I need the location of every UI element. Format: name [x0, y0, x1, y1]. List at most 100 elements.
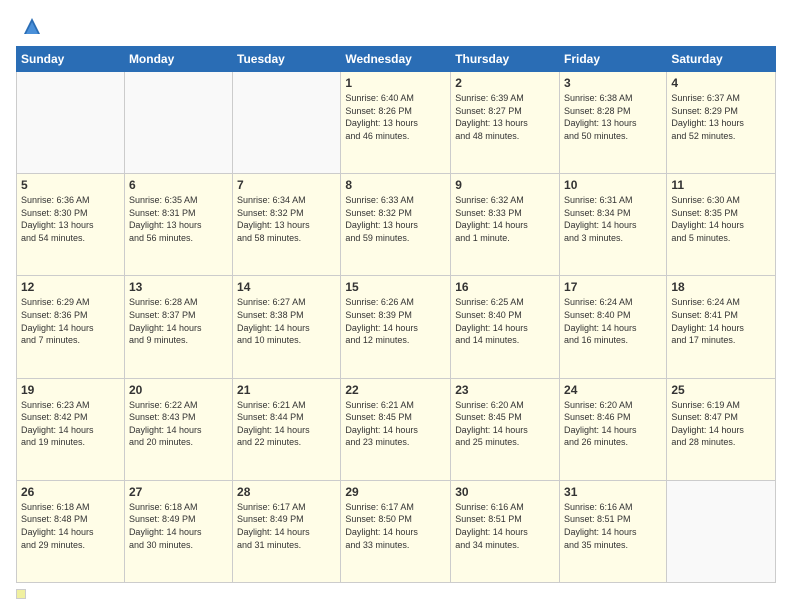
calendar-cell: 19 Sunrise: 6:23 AM Sunset: 8:42 PM Dayli…	[17, 378, 125, 480]
day-number: 4	[671, 76, 771, 90]
calendar-cell	[667, 480, 776, 582]
day-number: 25	[671, 383, 771, 397]
day-info: Sunrise: 6:34 AM Sunset: 8:32 PM Dayligh…	[237, 194, 336, 244]
day-number: 5	[21, 178, 120, 192]
calendar-body: 1 Sunrise: 6:40 AM Sunset: 8:26 PM Daylig…	[17, 72, 776, 583]
day-number: 31	[564, 485, 662, 499]
day-number: 19	[21, 383, 120, 397]
calendar-cell: 26Sunrise: 6:18 AM Sunset: 8:48 PM Dayli…	[17, 480, 125, 582]
page: SundayMondayTuesdayWednesdayThursdayFrid…	[0, 0, 792, 612]
day-info: Sunrise: 6:23 AM Sunset: 8:42 PM Dayligh…	[21, 399, 120, 449]
day-info: Sunrise: 6:40 AM Sunset: 8:26 PM Dayligh…	[345, 92, 446, 142]
day-info: Sunrise: 6:18 AM Sunset: 8:49 PM Dayligh…	[129, 501, 228, 551]
calendar-cell	[233, 72, 341, 174]
calendar-cell: 13 Sunrise: 6:28 AM Sunset: 8:37 PM Dayli…	[124, 276, 232, 378]
logo-icon	[22, 16, 42, 36]
calendar-cell: 30 Sunrise: 6:16 AM Sunset: 8:51 PM Dayli…	[451, 480, 560, 582]
day-info: Sunrise: 6:17 AM Sunset: 8:49 PM Dayligh…	[237, 501, 336, 551]
day-info: Sunrise: 6:20 AM Sunset: 8:45 PM Dayligh…	[455, 399, 555, 449]
logo	[16, 16, 42, 36]
calendar-cell: 17 Sunrise: 6:24 AM Sunset: 8:40 PM Dayli…	[560, 276, 667, 378]
day-info: Sunrise: 6:24 AM Sunset: 8:41 PM Dayligh…	[671, 296, 771, 346]
calendar-cell: 1 Sunrise: 6:40 AM Sunset: 8:26 PM Daylig…	[341, 72, 451, 174]
day-info: Sunrise: 6:21 AM Sunset: 8:45 PM Dayligh…	[345, 399, 446, 449]
day-number: 18	[671, 280, 771, 294]
day-info: Sunrise: 6:33 AM Sunset: 8:32 PM Dayligh…	[345, 194, 446, 244]
day-info: Sunrise: 6:26 AM Sunset: 8:39 PM Dayligh…	[345, 296, 446, 346]
day-number: 10	[564, 178, 662, 192]
day-info: Sunrise: 6:28 AM Sunset: 8:37 PM Dayligh…	[129, 296, 228, 346]
day-info: Sunrise: 6:19 AM Sunset: 8:47 PM Dayligh…	[671, 399, 771, 449]
daylight-legend	[16, 589, 30, 599]
day-info: Sunrise: 6:21 AM Sunset: 8:44 PM Dayligh…	[237, 399, 336, 449]
day-number: 20	[129, 383, 228, 397]
day-info: Sunrise: 6:35 AM Sunset: 8:31 PM Dayligh…	[129, 194, 228, 244]
calendar-cell: 11Sunrise: 6:30 AM Sunset: 8:35 PM Dayli…	[667, 174, 776, 276]
day-info: Sunrise: 6:37 AM Sunset: 8:29 PM Dayligh…	[671, 92, 771, 142]
calendar-header: SundayMondayTuesdayWednesdayThursdayFrid…	[17, 47, 776, 72]
day-info: Sunrise: 6:18 AM Sunset: 8:48 PM Dayligh…	[21, 501, 120, 551]
footer	[16, 589, 776, 602]
day-info: Sunrise: 6:22 AM Sunset: 8:43 PM Dayligh…	[129, 399, 228, 449]
calendar-cell: 10 Sunrise: 6:31 AM Sunset: 8:34 PM Dayli…	[560, 174, 667, 276]
header-cell-sunday: Sunday	[17, 47, 125, 72]
day-number: 12	[21, 280, 120, 294]
calendar-table: SundayMondayTuesdayWednesdayThursdayFrid…	[16, 46, 776, 583]
day-info: Sunrise: 6:36 AM Sunset: 8:30 PM Dayligh…	[21, 194, 120, 244]
day-number: 8	[345, 178, 446, 192]
calendar-cell: 15 Sunrise: 6:26 AM Sunset: 8:39 PM Dayli…	[341, 276, 451, 378]
day-number: 1	[345, 76, 446, 90]
day-number: 23	[455, 383, 555, 397]
calendar-week-3: 19 Sunrise: 6:23 AM Sunset: 8:42 PM Dayli…	[17, 378, 776, 480]
calendar-cell: 28 Sunrise: 6:17 AM Sunset: 8:49 PM Dayli…	[233, 480, 341, 582]
day-info: Sunrise: 6:17 AM Sunset: 8:50 PM Dayligh…	[345, 501, 446, 551]
day-number: 15	[345, 280, 446, 294]
calendar-cell: 9 Sunrise: 6:32 AM Sunset: 8:33 PM Daylig…	[451, 174, 560, 276]
day-number: 29	[345, 485, 446, 499]
day-number: 9	[455, 178, 555, 192]
calendar-cell: 29 Sunrise: 6:17 AM Sunset: 8:50 PM Dayli…	[341, 480, 451, 582]
day-info: Sunrise: 6:27 AM Sunset: 8:38 PM Dayligh…	[237, 296, 336, 346]
day-number: 30	[455, 485, 555, 499]
calendar-cell: 3 Sunrise: 6:38 AM Sunset: 8:28 PM Daylig…	[560, 72, 667, 174]
calendar-cell	[124, 72, 232, 174]
header-cell-thursday: Thursday	[451, 47, 560, 72]
calendar-cell: 8 Sunrise: 6:33 AM Sunset: 8:32 PM Daylig…	[341, 174, 451, 276]
day-number: 14	[237, 280, 336, 294]
calendar-cell: 16 Sunrise: 6:25 AM Sunset: 8:40 PM Dayli…	[451, 276, 560, 378]
day-number: 27	[129, 485, 228, 499]
day-info: Sunrise: 6:38 AM Sunset: 8:28 PM Dayligh…	[564, 92, 662, 142]
day-number: 28	[237, 485, 336, 499]
calendar-cell: 31 Sunrise: 6:16 AM Sunset: 8:51 PM Dayli…	[560, 480, 667, 582]
day-number: 6	[129, 178, 228, 192]
header	[16, 16, 776, 36]
calendar-cell: 24Sunrise: 6:20 AM Sunset: 8:46 PM Dayli…	[560, 378, 667, 480]
calendar-cell: 6 Sunrise: 6:35 AM Sunset: 8:31 PM Daylig…	[124, 174, 232, 276]
day-number: 3	[564, 76, 662, 90]
calendar-week-2: 12Sunrise: 6:29 AM Sunset: 8:36 PM Dayli…	[17, 276, 776, 378]
header-cell-friday: Friday	[560, 47, 667, 72]
header-cell-wednesday: Wednesday	[341, 47, 451, 72]
header-cell-saturday: Saturday	[667, 47, 776, 72]
calendar-cell: 22Sunrise: 6:21 AM Sunset: 8:45 PM Dayli…	[341, 378, 451, 480]
day-info: Sunrise: 6:31 AM Sunset: 8:34 PM Dayligh…	[564, 194, 662, 244]
calendar-cell	[17, 72, 125, 174]
daylight-dot	[16, 589, 26, 599]
calendar-week-0: 1 Sunrise: 6:40 AM Sunset: 8:26 PM Daylig…	[17, 72, 776, 174]
calendar-cell: 5 Sunrise: 6:36 AM Sunset: 8:30 PM Daylig…	[17, 174, 125, 276]
day-number: 21	[237, 383, 336, 397]
calendar-cell: 21 Sunrise: 6:21 AM Sunset: 8:44 PM Dayli…	[233, 378, 341, 480]
day-number: 13	[129, 280, 228, 294]
calendar-cell: 18 Sunrise: 6:24 AM Sunset: 8:41 PM Dayli…	[667, 276, 776, 378]
day-info: Sunrise: 6:16 AM Sunset: 8:51 PM Dayligh…	[564, 501, 662, 551]
day-info: Sunrise: 6:32 AM Sunset: 8:33 PM Dayligh…	[455, 194, 555, 244]
day-number: 2	[455, 76, 555, 90]
calendar-cell: 4 Sunrise: 6:37 AM Sunset: 8:29 PM Daylig…	[667, 72, 776, 174]
day-number: 17	[564, 280, 662, 294]
day-number: 16	[455, 280, 555, 294]
day-info: Sunrise: 6:16 AM Sunset: 8:51 PM Dayligh…	[455, 501, 555, 551]
day-info: Sunrise: 6:24 AM Sunset: 8:40 PM Dayligh…	[564, 296, 662, 346]
day-info: Sunrise: 6:25 AM Sunset: 8:40 PM Dayligh…	[455, 296, 555, 346]
calendar-cell: 25 Sunrise: 6:19 AM Sunset: 8:47 PM Dayli…	[667, 378, 776, 480]
calendar-cell: 12Sunrise: 6:29 AM Sunset: 8:36 PM Dayli…	[17, 276, 125, 378]
